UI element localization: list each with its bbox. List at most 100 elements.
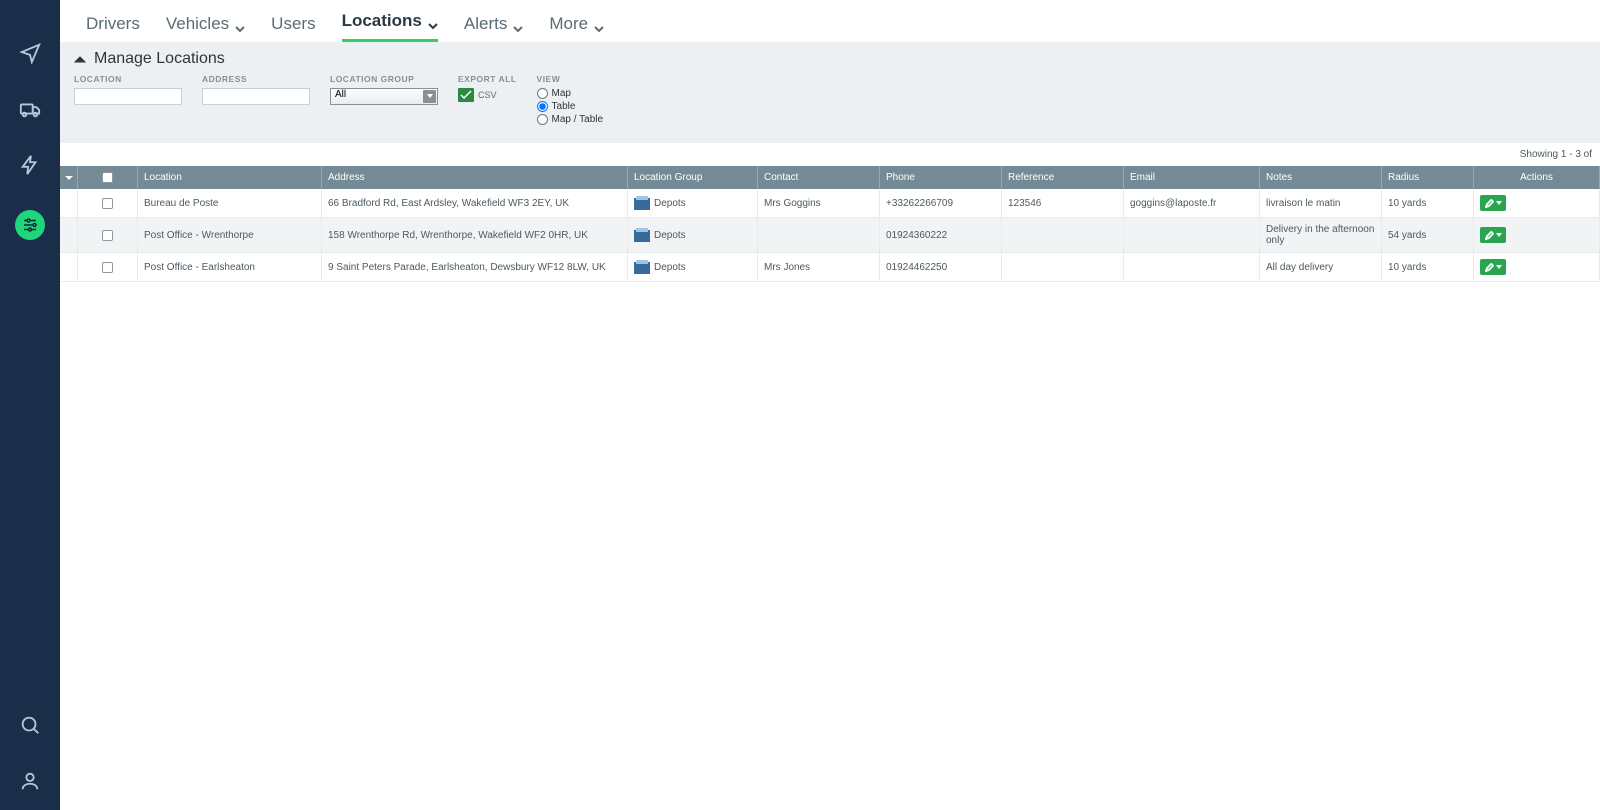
sidebar-bottom [19,714,41,792]
view-radios: Map Table Map / Table [537,88,604,125]
checkbox-column-header[interactable] [78,166,138,189]
row-spacer [60,218,78,253]
filterbar: Manage Locations LOCATION ADDRESS LOCATI… [60,42,1600,143]
dropdown-column-header[interactable] [60,166,78,189]
row-checkbox-cell [78,253,138,282]
group-label: Depots [654,230,686,241]
view-table-radio[interactable]: Table [537,101,604,112]
th-location-group[interactable]: Location Group [628,166,758,189]
tab-alerts[interactable]: Alerts [464,14,523,42]
row-spacer [60,253,78,282]
row-checkbox-cell [78,189,138,218]
chevron-down-icon [427,94,433,98]
cell-address: 9 Saint Peters Parade, Earlsheaton, Dews… [322,253,628,282]
cell-phone: 01924360222 [880,218,1002,253]
cell-notes: livraison le matin [1260,189,1382,218]
cell-address: 158 Wrenthorpe Rd, Wrenthorpe, Wakefield… [322,218,628,253]
th-radius[interactable]: Radius [1382,166,1474,189]
sidebar [0,0,60,810]
th-contact[interactable]: Contact [758,166,880,189]
th-reference[interactable]: Reference [1002,166,1124,189]
cell-radius: 10 yards [1382,253,1474,282]
tab-label: Drivers [86,14,140,34]
status-line: Showing 1 - 3 of [60,143,1600,166]
filter-location: LOCATION [74,74,182,105]
view-maptable-radio[interactable]: Map / Table [537,114,604,125]
locations-table: Location Address Location Group Contact … [60,166,1600,282]
cell-contact: Mrs Goggins [758,189,880,218]
chevron-down-icon [594,19,604,29]
row-checkbox[interactable] [102,198,113,209]
tab-users[interactable]: Users [271,14,315,42]
filter-export: EXPORT ALL CSV [458,74,517,102]
th-actions: Actions [1474,166,1600,189]
tab-locations[interactable]: Locations [342,11,438,42]
user-icon[interactable] [19,770,41,792]
tab-vehicles[interactable]: Vehicles [166,14,245,42]
tab-drivers[interactable]: Drivers [86,14,140,42]
bolt-icon[interactable] [19,154,41,176]
export-csv-link[interactable]: CSV [458,88,517,102]
row-checkbox-cell [78,218,138,253]
radio-label: Map [552,88,571,99]
th-email[interactable]: Email [1124,166,1260,189]
group-label: Depots [654,262,686,273]
tab-more[interactable]: More [549,14,604,42]
filter-label: LOCATION GROUP [330,74,438,84]
th-phone[interactable]: Phone [880,166,1002,189]
cell-group: Depots [628,189,758,218]
tab-label: Locations [342,11,422,31]
tab-label: Alerts [464,14,507,34]
cell-email: goggins@laposte.fr [1124,189,1260,218]
table-row: Post Office - Earlsheaton 9 Saint Peters… [60,253,1600,282]
filter-label: EXPORT ALL [458,74,517,84]
nav-icon[interactable] [19,42,41,64]
edit-button[interactable] [1480,227,1506,243]
sliders-icon[interactable] [15,210,45,240]
depot-icon [634,228,650,242]
row-checkbox[interactable] [102,230,113,241]
tab-label: Vehicles [166,14,229,34]
cell-group: Depots [628,253,758,282]
chevron-down-icon [1496,233,1502,237]
vehicle-icon[interactable] [19,98,41,120]
edit-button[interactable] [1480,259,1506,275]
radio-label: Table [552,101,576,112]
group-label: Depots [654,198,686,209]
chevron-down-icon [235,19,245,29]
filter-label: ADDRESS [202,74,310,84]
view-map-radio[interactable]: Map [537,88,604,99]
row-checkbox[interactable] [102,262,113,273]
filter-label: LOCATION [74,74,182,84]
cell-notes: All day delivery [1260,253,1382,282]
table-header: Location Address Location Group Contact … [60,166,1600,189]
depot-icon [634,260,650,274]
csv-icon [458,88,474,102]
manage-locations-header[interactable]: Manage Locations [74,50,1586,68]
select-all-checkbox[interactable] [102,172,113,183]
chevron-up-icon [74,53,86,65]
cell-location: Post Office - Earlsheaton [138,253,322,282]
cell-contact: Mrs Jones [758,253,880,282]
cell-actions [1474,189,1600,218]
page-title: Manage Locations [94,50,225,68]
address-input[interactable] [202,88,310,105]
cell-actions [1474,218,1600,253]
th-notes[interactable]: Notes [1260,166,1382,189]
location-group-select[interactable]: All [330,88,438,105]
cell-email [1124,218,1260,253]
edit-button[interactable] [1480,195,1506,211]
sidebar-top [15,42,45,240]
th-address[interactable]: Address [322,166,628,189]
tab-label: More [549,14,588,34]
cell-location: Post Office - Wrenthorpe [138,218,322,253]
search-icon[interactable] [19,714,41,736]
filter-label: VIEW [537,74,604,84]
location-input[interactable] [74,88,182,105]
th-location[interactable]: Location [138,166,322,189]
cell-phone: +33262266709 [880,189,1002,218]
cell-email [1124,253,1260,282]
radio-label: Map / Table [552,114,604,125]
filter-location-group: LOCATION GROUP All [330,74,438,105]
row-spacer [60,189,78,218]
